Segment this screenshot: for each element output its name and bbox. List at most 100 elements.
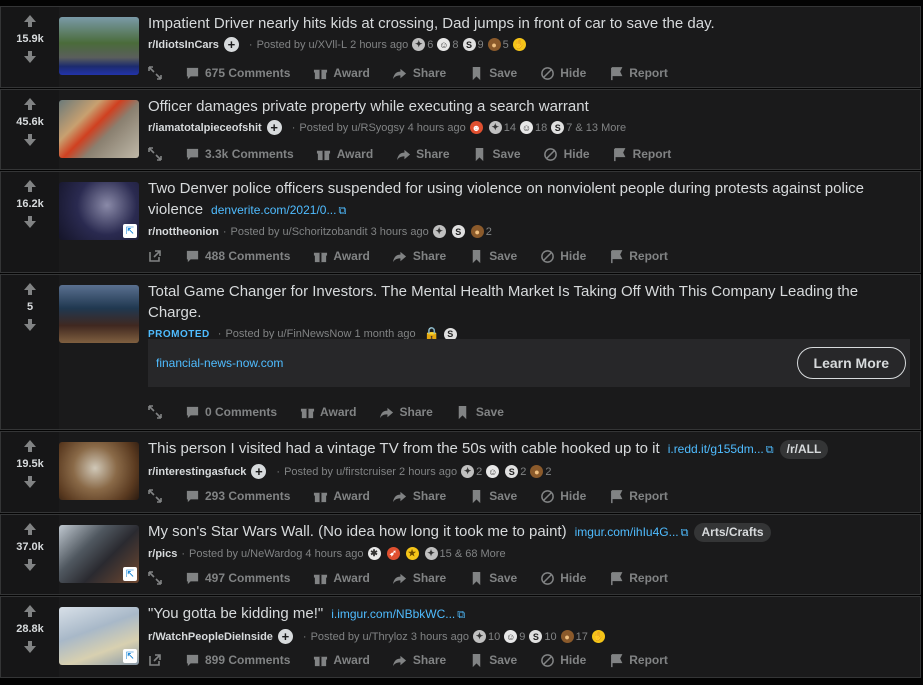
share-button[interactable]: Share [392, 65, 446, 81]
expand-icon[interactable] [148, 489, 162, 503]
join-icon[interactable]: + [277, 629, 293, 644]
share-button[interactable]: Share [392, 248, 446, 264]
posted-by[interactable]: Posted by u/XVll-L [257, 39, 348, 51]
share-button[interactable]: Share [392, 488, 446, 504]
external-link-icon[interactable]: ⧉ [766, 444, 774, 456]
post-link[interactable]: denverite.com/2021/0... [211, 203, 336, 217]
post-link[interactable]: imgur.com/ihIu4G... [575, 525, 679, 539]
subreddit-link[interactable]: r/nottheonion [148, 226, 219, 238]
hide-button[interactable]: Hide [539, 248, 586, 264]
post-thumbnail[interactable]: ⇱ [59, 525, 139, 583]
post-title[interactable]: Total Game Changer for Investors. The Me… [148, 281, 910, 323]
downvote-icon[interactable] [22, 474, 38, 490]
expand-icon[interactable] [148, 571, 162, 585]
report-button[interactable]: Report [608, 570, 668, 586]
subreddit-link[interactable]: r/IdiotsInCars [148, 39, 219, 51]
award-button[interactable]: Award [312, 65, 370, 81]
comments-button[interactable]: 899 Comments [184, 652, 290, 668]
expand-icon[interactable] [148, 147, 162, 161]
comments-button[interactable]: 0 Comments [184, 404, 277, 420]
external-open-icon[interactable] [148, 249, 162, 263]
post-thumbnail[interactable]: ⇱ [59, 607, 139, 665]
post-card[interactable]: 15.9k Impatient Driver nearly hits kids … [0, 6, 921, 88]
award-button[interactable]: Award [312, 652, 370, 668]
comments-button[interactable]: 293 Comments [184, 488, 290, 504]
post-card[interactable]: 37.0k ⇱ My son's Star Wars Wall. (No ide… [0, 514, 921, 595]
share-button[interactable]: Share [392, 652, 446, 668]
posted-by[interactable]: Posted by u/firstcruiser [284, 466, 396, 478]
learn-more-button[interactable]: Learn More [796, 347, 906, 379]
award-button[interactable]: Award [312, 570, 370, 586]
promoted-post-card[interactable]: 5 Total Game Changer for Investors. The … [0, 274, 921, 430]
posted-by[interactable]: Posted by u/Thryloz [311, 631, 408, 643]
external-link-icon[interactable]: ⧉ [681, 527, 689, 539]
posted-by[interactable]: Posted by u/NeWardog [189, 548, 302, 560]
external-link-icon[interactable]: ⧉ [338, 205, 346, 217]
award-button[interactable]: Award [312, 248, 370, 264]
external-link-icon[interactable]: ⇱ [123, 224, 137, 238]
hide-button[interactable]: Hide [539, 65, 586, 81]
comments-button[interactable]: 675 Comments [184, 65, 290, 81]
award-button[interactable]: Award [299, 404, 357, 420]
downvote-icon[interactable] [22, 557, 38, 573]
external-open-icon[interactable] [148, 653, 162, 667]
upvote-icon[interactable] [22, 96, 38, 112]
downvote-icon[interactable] [22, 639, 38, 655]
save-button[interactable]: Save [468, 65, 517, 81]
post-card[interactable]: 45.6k Officer damages private property w… [0, 89, 921, 170]
upvote-icon[interactable] [22, 178, 38, 194]
subreddit-link[interactable]: r/iamatotalpieceofshit [148, 122, 262, 134]
hide-button[interactable]: Hide [539, 488, 586, 504]
hide-button[interactable]: Hide [539, 570, 586, 586]
downvote-icon[interactable] [22, 132, 38, 148]
post-card[interactable]: 28.8k ⇱ "You gotta be kidding me!" i.imgu… [0, 596, 921, 678]
post-title[interactable]: This person I visited had a vintage TV f… [148, 438, 910, 461]
post-title[interactable]: "You gotta be kidding me!" i.imgur.com/NB… [148, 603, 910, 626]
save-button[interactable]: Save [468, 488, 517, 504]
post-link[interactable]: i.redd.it/g155dm... [668, 442, 764, 456]
award-button[interactable]: Award [316, 146, 373, 162]
save-button[interactable]: Save [472, 146, 521, 162]
posted-by[interactable]: Posted by u/RSyogsy [299, 122, 404, 134]
report-button[interactable]: Report [608, 65, 668, 81]
join-icon[interactable]: + [251, 464, 267, 479]
save-button[interactable]: Save [468, 652, 517, 668]
share-button[interactable]: Share [392, 570, 446, 586]
award-button[interactable]: Award [312, 488, 370, 504]
upvote-icon[interactable] [22, 13, 38, 29]
post-link[interactable]: i.imgur.com/NBbkWC... [331, 607, 455, 621]
post-title[interactable]: Two Denver police officers suspended for… [148, 178, 910, 222]
upvote-icon[interactable] [22, 438, 38, 454]
save-button[interactable]: Save [468, 570, 517, 586]
post-title[interactable]: Impatient Driver nearly hits kids at cro… [148, 13, 910, 34]
report-button[interactable]: Report [608, 652, 668, 668]
downvote-icon[interactable] [22, 317, 38, 333]
downvote-icon[interactable] [22, 49, 38, 65]
comments-button[interactable]: 3.3k Comments [184, 146, 294, 162]
external-link-icon[interactable]: ⇱ [123, 567, 137, 581]
post-thumbnail[interactable] [59, 285, 139, 343]
join-icon[interactable]: + [223, 37, 239, 52]
report-button[interactable]: Report [608, 248, 668, 264]
hide-button[interactable]: Hide [539, 652, 586, 668]
external-link-icon[interactable]: ⇱ [123, 649, 137, 663]
report-button[interactable]: Report [608, 488, 668, 504]
post-flair[interactable]: Arts/Crafts [694, 523, 771, 542]
post-title[interactable]: My son's Star Wars Wall. (No idea how lo… [148, 521, 910, 544]
upvote-icon[interactable] [22, 281, 38, 297]
downvote-icon[interactable] [22, 214, 38, 230]
join-icon[interactable]: + [266, 120, 282, 135]
post-thumbnail[interactable] [59, 17, 139, 75]
post-thumbnail[interactable] [59, 100, 139, 158]
post-thumbnail[interactable]: ⇱ [59, 182, 139, 240]
expand-icon[interactable] [148, 66, 162, 80]
share-button[interactable]: Share [395, 146, 450, 162]
post-thumbnail[interactable] [59, 442, 139, 500]
upvote-icon[interactable] [22, 521, 38, 537]
post-card[interactable]: 16.2k ⇱ Two Denver police officers suspe… [0, 171, 921, 273]
subreddit-link[interactable]: r/WatchPeopleDieInside [148, 631, 273, 643]
upvote-icon[interactable] [22, 603, 38, 619]
comments-button[interactable]: 488 Comments [184, 248, 290, 264]
external-link-icon[interactable]: ⧉ [457, 609, 465, 621]
expand-icon[interactable] [148, 405, 162, 419]
